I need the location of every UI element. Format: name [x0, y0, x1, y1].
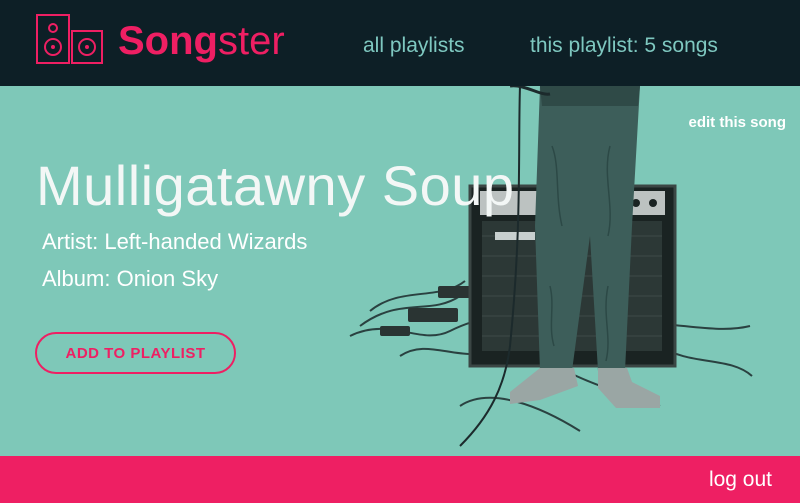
song-title: Mulligatawny Soup — [36, 154, 515, 217]
song-artist: Artist: Left-handed Wizards — [42, 229, 308, 254]
brand-name[interactable]: Songster — [118, 19, 285, 64]
brand-name-rest: ster — [217, 19, 285, 63]
logout-link[interactable]: log out — [709, 468, 772, 492]
logo[interactable] — [36, 14, 104, 64]
footer-bar: log out — [0, 456, 800, 503]
song-album: Album: Onion Sky — [42, 266, 219, 291]
header-bar: Songster all playlists this playlist: 5 … — [0, 0, 800, 86]
brand-name-bold: Song — [118, 19, 218, 63]
edit-song-link[interactable]: edit this song — [689, 114, 787, 131]
nav-all-playlists[interactable]: all playlists — [363, 34, 465, 58]
speaker-logo-icon — [36, 14, 103, 64]
add-to-playlist-button[interactable]: ADD TO PLAYLIST — [35, 332, 236, 374]
songster-app: Songster all playlists this playlist: 5 … — [0, 0, 800, 503]
hero-photo — [349, 86, 753, 447]
nav-this-playlist[interactable]: this playlist: 5 songs — [530, 34, 718, 58]
